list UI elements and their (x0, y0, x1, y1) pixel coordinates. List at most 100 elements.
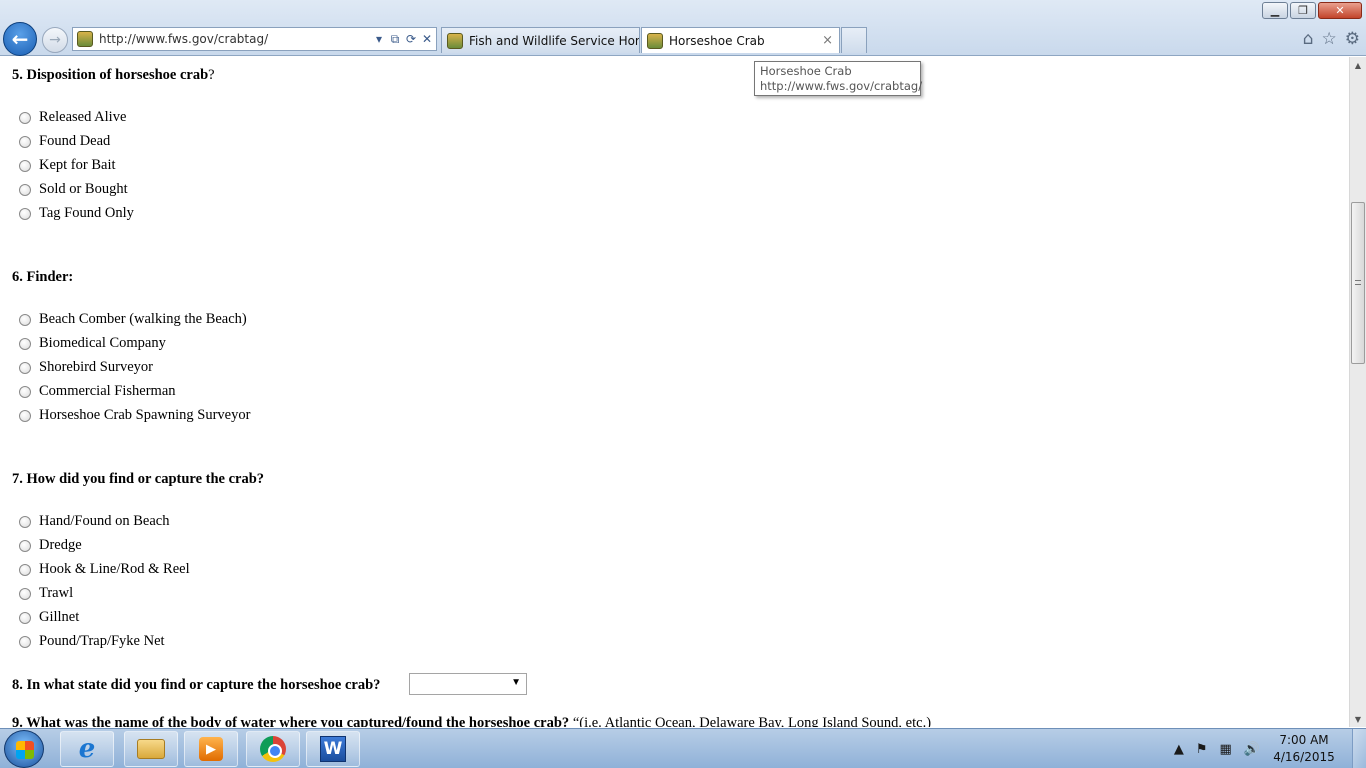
page-viewport: 5. Disposition of horseshoe crab? Releas… (0, 57, 1349, 727)
fws-favicon-icon (77, 31, 93, 47)
option-released-alive[interactable]: Released Alive (19, 109, 126, 126)
option-hook-and-line[interactable]: Hook & Line/Rod & Reel (19, 561, 190, 578)
radio-button[interactable] (19, 539, 31, 552)
network-icon[interactable]: ▦ (1220, 742, 1232, 757)
new-tab-button[interactable] (841, 27, 867, 53)
restore-button[interactable]: ❐ (1290, 2, 1316, 19)
volume-icon[interactable]: 🔊 (1244, 742, 1260, 757)
radio-button[interactable] (19, 159, 31, 172)
home-icon[interactable]: ⌂ (1303, 29, 1314, 49)
favorites-icon[interactable]: ☆ (1322, 29, 1337, 49)
radio-button[interactable] (19, 515, 31, 528)
option-label: Kept for Bait (39, 157, 116, 173)
tab-fish-and-wildlife[interactable]: Fish and Wildlife Service Hom... (441, 27, 640, 53)
word-icon: W (320, 736, 346, 762)
radio-button[interactable] (19, 135, 31, 148)
radio-button[interactable] (19, 183, 31, 196)
question-5-mark: ? (208, 67, 215, 83)
option-sold-or-bought[interactable]: Sold or Bought (19, 181, 128, 198)
option-tag-found-only[interactable]: Tag Found Only (19, 205, 134, 222)
stop-icon[interactable]: ✕ (421, 32, 433, 46)
internet-explorer-icon: e (78, 734, 96, 764)
radio-button[interactable] (19, 313, 31, 326)
clock[interactable]: 7:00 AM 4/16/2015 (1266, 732, 1342, 766)
scroll-up-icon[interactable]: ▲ (1350, 57, 1366, 73)
tab-horseshoe-crab[interactable]: Horseshoe Crab × (641, 27, 840, 53)
radio-button[interactable] (19, 111, 31, 124)
option-label: Biomedical Company (39, 335, 166, 351)
media-player-icon: ▶ (199, 737, 223, 761)
option-label: Pound/Trap/Fyke Net (39, 633, 165, 649)
url-input[interactable] (99, 32, 369, 46)
forward-button[interactable]: → (42, 27, 68, 53)
system-tray: ▲ ⚑ ▦ 🔊 7:00 AM 4/16/2015 (1168, 729, 1366, 768)
back-button[interactable]: ← (3, 22, 37, 56)
dropdown-icon[interactable]: ▾ (373, 32, 385, 46)
question-7-label: 7. How did you find or capture the crab? (12, 471, 265, 487)
radio-button[interactable] (19, 337, 31, 350)
option-label: Released Alive (39, 109, 127, 125)
option-beach-comber[interactable]: Beach Comber (walking the Beach) (19, 311, 247, 328)
taskbar: e ▶ W ▲ ⚑ ▦ 🔊 7:00 AM 4/16/2015 (0, 728, 1366, 768)
tools-gear-icon[interactable]: ⚙ (1345, 29, 1360, 49)
tab-title: Fish and Wildlife Service Hom... (469, 33, 639, 48)
chrome-icon (260, 736, 286, 762)
option-dredge[interactable]: Dredge (19, 537, 82, 554)
radio-button[interactable] (19, 587, 31, 600)
option-label: Tag Found Only (39, 205, 134, 221)
minimize-button[interactable]: ▁ (1262, 2, 1288, 19)
compatibility-view-icon[interactable]: ⧉ (389, 32, 401, 47)
fws-favicon-icon (647, 32, 663, 49)
option-commercial-fisherman[interactable]: Commercial Fisherman (19, 383, 176, 400)
radio-button[interactable] (19, 635, 31, 648)
taskbar-chrome[interactable] (246, 731, 300, 767)
chevron-down-icon: ▼ (511, 677, 521, 688)
radio-button[interactable] (19, 563, 31, 576)
option-kept-for-bait[interactable]: Kept for Bait (19, 157, 116, 174)
option-found-dead[interactable]: Found Dead (19, 133, 110, 150)
radio-button[interactable] (19, 409, 31, 422)
option-shorebird-surveyor[interactable]: Shorebird Surveyor (19, 359, 153, 376)
grip-icon (1355, 280, 1361, 285)
taskbar-internet-explorer[interactable]: e (60, 731, 114, 767)
window-controls: ▁ ❐ ✕ (1262, 2, 1362, 19)
question-9-label: 9. What was the name of the body of wate… (12, 715, 931, 727)
state-select[interactable]: ▼ (409, 673, 527, 695)
close-tab-icon[interactable]: × (822, 33, 833, 48)
option-label: Commercial Fisherman (39, 383, 176, 399)
start-button[interactable] (4, 730, 44, 768)
question-8-label: 8. In what state did you find or capture… (12, 677, 381, 693)
option-label: Trawl (39, 585, 74, 601)
refresh-icon[interactable]: ⟳ (405, 32, 417, 46)
tab-tooltip: Horseshoe Crab http://www.fws.gov/crabta… (754, 61, 922, 96)
radio-button[interactable] (19, 361, 31, 374)
option-biomedical-company[interactable]: Biomedical Company (19, 335, 166, 352)
tooltip-title: Horseshoe Crab (760, 64, 852, 78)
radio-button[interactable] (19, 385, 31, 398)
option-gillnet[interactable]: Gillnet (19, 609, 79, 626)
option-label: Beach Comber (walking the Beach) (39, 311, 247, 327)
radio-button[interactable] (19, 207, 31, 220)
option-label: Horseshoe Crab Spawning Surveyor (39, 407, 251, 423)
scrollbar-thumb[interactable] (1351, 202, 1365, 364)
option-trawl[interactable]: Trawl (19, 585, 73, 602)
taskbar-media-player[interactable]: ▶ (184, 731, 238, 767)
close-window-button[interactable]: ✕ (1318, 2, 1362, 19)
question-5-text: 5. Disposition of horseshoe crab (12, 67, 209, 83)
vertical-scrollbar[interactable]: ▲ ▼ (1349, 57, 1366, 727)
question-5-label: 5. Disposition of horseshoe crab? (12, 67, 215, 84)
action-center-flag-icon[interactable]: ⚑ (1196, 742, 1208, 757)
show-hidden-icons-chevron-icon[interactable]: ▲ (1174, 742, 1184, 757)
folder-icon (137, 739, 165, 759)
option-label: Shorebird Surveyor (39, 359, 153, 375)
option-hand-found-on-beach[interactable]: Hand/Found on Beach (19, 513, 169, 530)
scroll-down-icon[interactable]: ▼ (1350, 711, 1366, 727)
tab-title: Horseshoe Crab (669, 33, 765, 48)
address-bar[interactable]: ▾ ⧉ ⟳ ✕ (72, 27, 437, 51)
taskbar-file-explorer[interactable] (124, 731, 178, 767)
taskbar-word[interactable]: W (306, 731, 360, 767)
option-pound-trap-fyke-net[interactable]: Pound/Trap/Fyke Net (19, 633, 165, 650)
radio-button[interactable] (19, 611, 31, 624)
show-desktop-button[interactable] (1352, 729, 1366, 768)
option-spawning-surveyor[interactable]: Horseshoe Crab Spawning Surveyor (19, 407, 250, 424)
